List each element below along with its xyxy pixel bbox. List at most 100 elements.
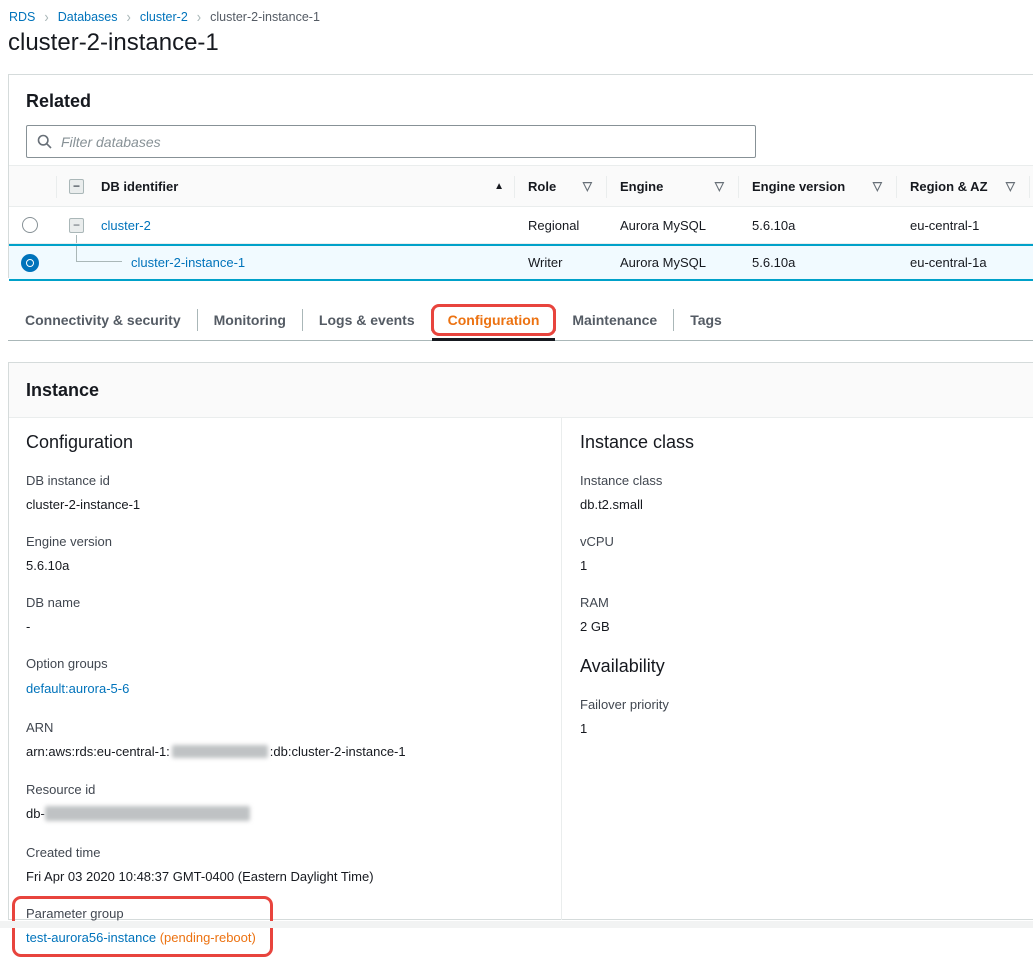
field-label: Engine version xyxy=(26,534,541,549)
related-panel: Related − DB identifier ▲ Role ▽ Engine … xyxy=(8,74,1033,278)
row-region-az-cell: eu-central-1a xyxy=(896,246,1029,279)
configuration-column: Configuration DB instance id cluster-2-i… xyxy=(9,418,562,920)
row-region-az-cell: eu-central-1 xyxy=(896,207,1029,243)
instance-panel-content: Configuration DB instance id cluster-2-i… xyxy=(9,418,1033,920)
field-label: vCPU xyxy=(580,534,1033,549)
breadcrumb-current-instance: cluster-2-instance-1 xyxy=(210,10,320,24)
filter-engine-version-icon[interactable]: ▽ xyxy=(873,179,882,193)
field-label: DB instance id xyxy=(26,473,541,488)
field-value: 1 xyxy=(580,721,1033,736)
engine-version-value: 5.6.10a xyxy=(752,255,795,270)
radio-cluster-2-instance-1-selected[interactable] xyxy=(21,254,39,272)
field-value: 5.6.10a xyxy=(26,558,541,573)
option-group-link[interactable]: default:aurora-5-6 xyxy=(26,681,129,696)
redacted-resource-id xyxy=(45,806,250,821)
row-trailing-cell xyxy=(1029,246,1033,279)
row-role-cell: Writer xyxy=(514,246,606,279)
column-engine[interactable]: Engine xyxy=(620,179,663,194)
field-value: cluster-2-instance-1 xyxy=(26,497,541,512)
search-icon xyxy=(37,134,52,149)
parameter-group-link[interactable]: test-aurora56-instance xyxy=(26,930,156,945)
breadcrumb-rds[interactable]: RDS xyxy=(9,10,35,24)
instance-heading: Instance xyxy=(26,380,99,401)
row-db-identifier-cell: − cluster-2 xyxy=(56,207,514,243)
header-select-cell xyxy=(9,166,56,206)
field-vcpu: vCPU 1 xyxy=(580,534,1033,573)
tab-logs-events[interactable]: Logs & events xyxy=(303,300,431,340)
row-engine-cell: Aurora MySQL xyxy=(606,246,738,279)
row-engine-version-cell: 5.6.10a xyxy=(738,246,896,279)
filter-engine-icon[interactable]: ▽ xyxy=(715,179,724,193)
field-label: Option groups xyxy=(26,656,541,671)
tab-connectivity-security[interactable]: Connectivity & security xyxy=(8,300,197,340)
instance-panel-header: Instance xyxy=(9,363,1033,418)
tab-maintenance[interactable]: Maintenance xyxy=(556,300,673,340)
region-az-value: eu-central-1a xyxy=(910,255,987,270)
breadcrumb-databases[interactable]: Databases xyxy=(58,10,118,24)
row-role-cell: Regional xyxy=(514,207,606,243)
link-cluster-2-instance-1[interactable]: cluster-2-instance-1 xyxy=(131,255,245,270)
engine-value: Aurora MySQL xyxy=(620,218,706,233)
header-engine-version-cell: Engine version ▽ xyxy=(738,166,896,206)
collapse-row-icon[interactable]: − xyxy=(69,218,84,233)
row-engine-version-cell: 5.6.10a xyxy=(738,207,896,243)
field-db-instance-id: DB instance id cluster-2-instance-1 xyxy=(26,473,541,512)
tab-monitoring[interactable]: Monitoring xyxy=(198,300,302,340)
field-created-time: Created time Fri Apr 03 2020 10:48:37 GM… xyxy=(26,845,541,884)
field-label: Created time xyxy=(26,845,541,860)
page-title: cluster-2-instance-1 xyxy=(8,29,219,57)
header-role-cell: Role ▽ xyxy=(514,166,606,206)
header-trailing-cell xyxy=(1029,166,1033,206)
tab-tags[interactable]: Tags xyxy=(674,300,738,340)
field-value: 1 xyxy=(580,558,1033,573)
row-trailing-cell xyxy=(1029,207,1033,243)
column-region-az[interactable]: Region & AZ xyxy=(910,179,988,194)
tab-configuration[interactable]: Configuration xyxy=(432,300,556,340)
filter-region-az-icon[interactable]: ▽ xyxy=(1006,179,1015,193)
table-row-cluster-2[interactable]: − cluster-2 Regional Aurora MySQL 5.6.10… xyxy=(9,207,1033,244)
row-db-identifier-cell: cluster-2-instance-1 xyxy=(56,246,514,279)
header-db-identifier-cell: − DB identifier ▲ xyxy=(56,166,514,206)
link-cluster-2[interactable]: cluster-2 xyxy=(101,218,151,233)
detail-tabs: Connectivity & security Monitoring Logs … xyxy=(8,300,1033,341)
row-engine-cell: Aurora MySQL xyxy=(606,207,738,243)
role-value: Regional xyxy=(528,218,579,233)
field-label: Failover priority xyxy=(580,697,1033,712)
filter-databases-box xyxy=(26,125,756,158)
field-ram: RAM 2 GB xyxy=(580,595,1033,634)
breadcrumb-cluster[interactable]: cluster-2 xyxy=(140,10,188,24)
field-failover-priority: Failover priority 1 xyxy=(580,697,1033,736)
field-value: - xyxy=(26,619,541,634)
field-option-groups: Option groups default:aurora-5-6 xyxy=(26,656,541,698)
field-value: Fri Apr 03 2020 10:48:37 GMT-0400 (Easte… xyxy=(26,869,541,884)
instance-class-heading: Instance class xyxy=(580,432,1033,453)
breadcrumb-separator-icon: › xyxy=(44,8,48,26)
arn-prefix: arn:aws:rds:eu-central-1: xyxy=(26,744,170,759)
field-resource-id: Resource id db- xyxy=(26,782,541,823)
column-engine-version[interactable]: Engine version xyxy=(752,179,845,194)
filter-role-icon[interactable]: ▽ xyxy=(583,179,592,193)
engine-version-value: 5.6.10a xyxy=(752,218,795,233)
page-bottom-strip xyxy=(0,921,1033,928)
tree-line xyxy=(76,235,77,243)
collapse-all-icon[interactable]: − xyxy=(69,179,84,194)
radio-cluster-2[interactable] xyxy=(22,217,38,233)
field-label: Parameter group xyxy=(26,906,256,921)
resource-id-prefix: db- xyxy=(26,806,45,821)
field-label: RAM xyxy=(580,595,1033,610)
field-label: Resource id xyxy=(26,782,541,797)
row-select-cell xyxy=(9,246,56,279)
field-label: Instance class xyxy=(580,473,1033,488)
filter-databases-input[interactable] xyxy=(61,134,745,150)
role-value: Writer xyxy=(528,255,562,270)
column-role[interactable]: Role xyxy=(528,179,556,194)
sort-ascending-icon[interactable]: ▲ xyxy=(494,181,504,192)
column-db-identifier[interactable]: DB identifier xyxy=(101,179,178,194)
engine-value: Aurora MySQL xyxy=(620,255,706,270)
related-heading: Related xyxy=(26,91,1033,112)
row-select-cell xyxy=(9,207,56,243)
region-az-value: eu-central-1 xyxy=(910,218,979,233)
pending-reboot-status: (pending-reboot) xyxy=(160,930,256,945)
table-row-cluster-2-instance-1[interactable]: cluster-2-instance-1 Writer Aurora MySQL… xyxy=(9,244,1033,281)
breadcrumb-separator-icon: › xyxy=(127,8,131,26)
